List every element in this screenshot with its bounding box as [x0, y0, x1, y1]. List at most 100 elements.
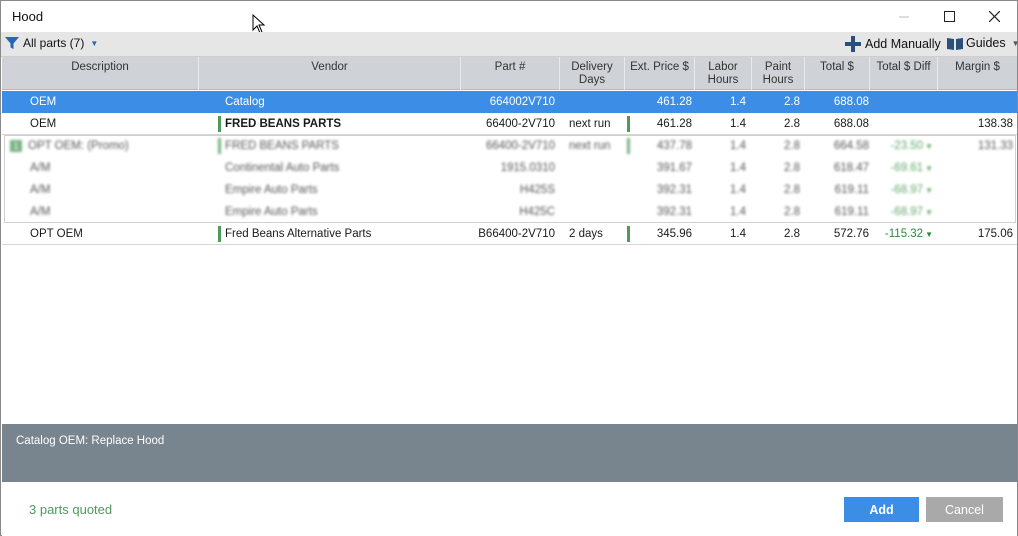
cell-total-diff: -68.97 ▼ — [870, 201, 933, 223]
column-header-part[interactable]: Part # — [461, 57, 560, 90]
cell-ext-price: 391.67 — [656, 162, 692, 174]
table-row[interactable]: 1 OPT OEM: (Promo) FRED BEANS PARTS 6640… — [2, 135, 1017, 157]
table-row[interactable]: OPT OEM Fred Beans Alternative Parts B66… — [2, 223, 1017, 245]
guides-dropdown[interactable]: Guides ▼ — [947, 36, 1018, 50]
column-header-margin[interactable]: Margin $ — [938, 57, 1017, 90]
triangle-down-icon: ▼ — [925, 185, 933, 195]
cell-paint: 2.8 — [784, 162, 800, 174]
cell-total: 572.76 — [833, 228, 869, 240]
cell-margin: 138.38 — [977, 118, 1013, 130]
cell-vendor: FRED BEANS PARTS — [225, 118, 342, 130]
triangle-down-icon: ▼ — [925, 207, 933, 217]
minimize-icon — [899, 16, 909, 17]
maximize-icon — [943, 11, 955, 22]
cell-part: B66400-2V710 — [478, 228, 555, 240]
cell-paint: 2.8 — [784, 206, 800, 218]
add-button[interactable]: Add — [844, 497, 919, 522]
book-icon — [947, 37, 963, 50]
cell-margin: 131.33 — [977, 140, 1013, 152]
add-manually-button[interactable]: Add Manually — [845, 36, 941, 52]
column-header-vendor[interactable]: Vendor — [199, 57, 461, 90]
cell-ext-price: 461.28 — [656, 118, 692, 130]
cell-description-text: OPT OEM: (Promo) — [28, 140, 129, 152]
cell-labor: 1.4 — [730, 228, 746, 240]
table-row[interactable]: OEM FRED BEANS PARTS 66400-2V710 next ru… — [2, 113, 1017, 135]
guides-label: Guides — [966, 36, 1006, 50]
cell-labor: 1.4 — [730, 162, 746, 174]
cell-description: OEM — [30, 118, 57, 130]
toolbar: All parts (7) ▼ Add Manually Guides ▼ — [1, 32, 1018, 57]
vendor-indicator-bar — [218, 116, 221, 132]
column-header-labor[interactable]: Labor Hours — [695, 57, 752, 90]
cell-description: A/M — [30, 206, 51, 218]
filter-dropdown[interactable]: All parts (7) ▼ — [5, 36, 98, 50]
cell-vendor: FRED BEANS PARTS — [225, 140, 339, 152]
cell-description: OPT OEM — [30, 228, 83, 240]
cell-description: OEM — [30, 96, 57, 108]
cell-part: 66400-2V710 — [485, 140, 555, 152]
cell-labor: 1.4 — [730, 140, 746, 152]
cell-part: 664002V710 — [489, 96, 555, 108]
parts-grid: Description Vendor Part # Delivery Days … — [2, 57, 1017, 424]
cell-total-diff: -68.97 ▼ — [870, 179, 933, 201]
triangle-down-icon: ▼ — [925, 163, 933, 173]
maximize-button[interactable] — [926, 1, 972, 32]
cell-paint: 2.8 — [784, 184, 800, 196]
vendor-indicator-bar — [218, 226, 221, 242]
column-header-description[interactable]: Description — [2, 57, 199, 90]
cell-total-diff-text: -115.32 — [884, 228, 924, 240]
cell-total: 619.11 — [834, 206, 869, 218]
dialog-footer: 3 parts quoted Add Cancel — [2, 482, 1017, 536]
column-header-total[interactable]: Total $ — [805, 57, 870, 90]
cancel-button[interactable]: Cancel — [926, 497, 1003, 522]
cell-vendor: Fred Beans Alternative Parts — [225, 228, 372, 240]
cell-part: H425S — [519, 184, 555, 196]
triangle-down-icon: ▼ — [925, 141, 933, 151]
vendor-indicator-bar — [218, 138, 221, 154]
cell-total-diff-text: -68.97 — [890, 206, 924, 218]
cell-vendor: Continental Auto Parts — [225, 162, 340, 174]
title-bar: Hood — [1, 1, 1017, 32]
cell-part: 1915.0310 — [500, 162, 555, 174]
column-header-delivery[interactable]: Delivery Days — [560, 57, 625, 90]
minimize-button[interactable] — [881, 1, 927, 32]
cell-total-diff-text: -23.50 — [890, 140, 924, 152]
cell-labor: 1.4 — [730, 118, 746, 130]
cell-margin: 175.06 — [977, 228, 1013, 240]
cell-total: 618.47 — [833, 162, 869, 174]
cell-paint: 2.8 — [784, 228, 800, 240]
cell-total: 619.11 — [834, 184, 869, 196]
filter-label: All parts (7) — [23, 36, 85, 50]
table-row[interactable]: OEM Catalog 664002V710 461.28 1.4 2.8 68… — [2, 91, 1017, 113]
cell-total-diff: -23.50 ▼ — [870, 135, 933, 157]
cell-labor: 1.4 — [730, 184, 746, 196]
description-panel: Catalog OEM: Replace Hood — [2, 424, 1017, 482]
cell-total-diff: -69.61 ▼ — [870, 157, 933, 179]
table-row[interactable]: A/M Empire Auto Parts H425C 392.31 1.4 2… — [2, 201, 1017, 223]
table-row[interactable]: A/M Empire Auto Parts H425S 392.31 1.4 2… — [2, 179, 1017, 201]
cell-part: H425C — [519, 206, 555, 218]
close-icon — [988, 11, 1000, 22]
window-title: Hood — [12, 9, 44, 24]
cell-description: A/M — [30, 184, 51, 196]
mouse-pointer-icon — [252, 14, 266, 34]
cell-ext-price: 345.96 — [656, 228, 692, 240]
cell-total-diff: -115.32 ▼ — [870, 223, 933, 245]
cell-vendor: Empire Auto Parts — [225, 184, 318, 196]
status-text: 3 parts quoted — [29, 502, 113, 517]
close-button[interactable] — [971, 1, 1017, 32]
filter-icon — [5, 37, 19, 49]
cell-part: 66400-2V710 — [485, 118, 555, 130]
chevron-down-icon: ▼ — [90, 38, 99, 48]
cell-paint: 2.8 — [784, 118, 800, 130]
cell-description: 1 OPT OEM: (Promo) — [10, 135, 129, 157]
cell-total-diff-text: -68.97 — [890, 184, 924, 196]
cell-ext-price: 437.78 — [656, 140, 692, 152]
table-row[interactable]: A/M Continental Auto Parts 1915.0310 391… — [2, 157, 1017, 179]
column-header-ext-price[interactable]: Ext. Price $ — [625, 57, 695, 90]
cell-delivery: next run — [569, 118, 611, 130]
column-header-total-diff[interactable]: Total $ Diff — [870, 57, 938, 90]
cell-total: 688.08 — [833, 96, 869, 108]
column-header-paint[interactable]: Paint Hours — [752, 57, 805, 90]
cell-paint: 2.8 — [784, 96, 800, 108]
